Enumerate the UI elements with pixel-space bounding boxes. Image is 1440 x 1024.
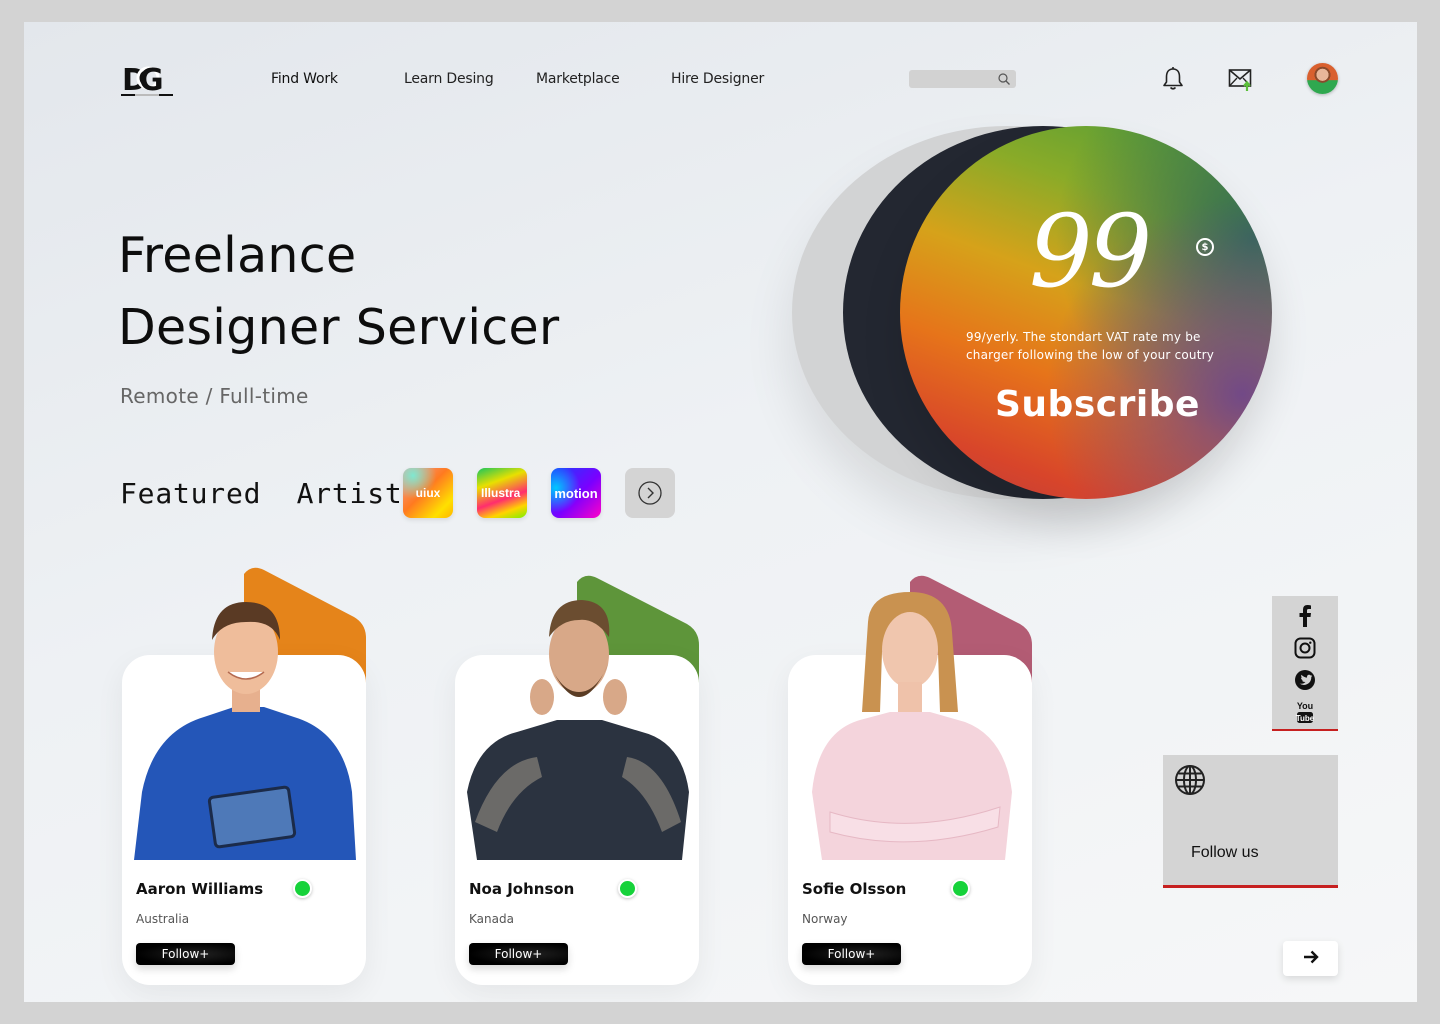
artist-photo: [134, 602, 356, 860]
social-links: You Tube: [1272, 596, 1338, 731]
twitter-icon: [1295, 670, 1315, 690]
arrow-right-icon: [1303, 950, 1319, 964]
globe-icon: [1175, 765, 1205, 795]
nav-find-work[interactable]: Find Work: [271, 71, 338, 87]
featured-label: Featured Artist: [120, 477, 403, 510]
facebook-link[interactable]: [1294, 604, 1316, 628]
nav-hire-designer[interactable]: Hire Designer: [671, 71, 764, 87]
featured-artist-heading: Featured Artist↓: [120, 477, 433, 510]
chevron-right-circle-icon: [638, 481, 662, 505]
category-uiux[interactable]: uiux: [403, 468, 453, 518]
artist-photo: [467, 600, 689, 860]
youtube-link[interactable]: You Tube: [1294, 700, 1316, 724]
online-status-indicator: [618, 879, 637, 898]
follow-us-label: Follow us: [1191, 844, 1259, 861]
artist-photo: [812, 592, 1012, 860]
svg-text:Tube: Tube: [1296, 714, 1315, 723]
svg-text:You: You: [1297, 701, 1313, 711]
follow-us-panel[interactable]: Follow us: [1163, 755, 1338, 888]
hero-title: Freelance Designer Servicer: [118, 220, 559, 364]
pricing-circle: [900, 126, 1272, 499]
pricing-description: 99/yerly. The stondart VAT rate my be ch…: [966, 328, 1214, 364]
follow-button[interactable]: Follow+: [802, 943, 901, 965]
nav-learn-design[interactable]: Learn Desing: [404, 71, 494, 87]
nav-marketplace[interactable]: Marketplace: [536, 71, 620, 87]
artist-name[interactable]: Aaron Williams: [136, 880, 263, 898]
artist-country: Kanada: [469, 912, 514, 926]
logo[interactable]: D G: [121, 60, 175, 100]
facebook-icon: [1299, 605, 1311, 627]
hero-title-line2: Designer Servicer: [118, 299, 560, 356]
user-avatar[interactable]: [1307, 63, 1338, 94]
artist-card: Noa Johnson Kanada Follow+: [455, 562, 715, 992]
artist-card: Sofie Olsson Norway Follow+: [788, 562, 1048, 992]
online-status-indicator: [951, 879, 970, 898]
instagram-link[interactable]: [1294, 636, 1316, 660]
subscribe-button[interactable]: Subscribe: [995, 384, 1200, 425]
hero-title-line1: Freelance: [118, 227, 357, 284]
artist-name[interactable]: Sofie Olsson: [802, 880, 906, 898]
artist-card: Aaron Williams Australia Follow+: [122, 562, 382, 992]
bell-icon[interactable]: [1161, 66, 1185, 92]
artist-country: Australia: [136, 912, 190, 926]
hero-subtitle: Remote / Full-time: [120, 384, 309, 408]
category-illustration[interactable]: Illustra: [477, 468, 527, 518]
instagram-icon: [1294, 637, 1316, 659]
artist-country: Norway: [802, 912, 848, 926]
follow-button[interactable]: Follow+: [469, 943, 568, 965]
online-status-indicator: [293, 879, 312, 898]
twitter-link[interactable]: [1294, 668, 1316, 692]
category-motion[interactable]: motion: [551, 468, 601, 518]
pricing-description-line2: charger following the low of your coutry: [966, 348, 1215, 362]
page: D G Find Work Learn Desing Marketplace H…: [24, 22, 1417, 1002]
search-icon[interactable]: [997, 72, 1011, 86]
dollar-icon: $: [1196, 238, 1214, 256]
mail-upload-icon[interactable]: [1228, 66, 1256, 94]
pricing-description-line1: 99/yerly. The stondart VAT rate my be: [966, 330, 1201, 344]
artist-name[interactable]: Noa Johnson: [469, 880, 574, 898]
follow-button[interactable]: Follow+: [136, 943, 235, 965]
next-page-button[interactable]: [1283, 941, 1338, 976]
svg-text:G: G: [139, 63, 164, 98]
youtube-icon: You Tube: [1296, 701, 1315, 723]
price-value: 99: [1029, 193, 1152, 310]
categories-next-button[interactable]: [625, 468, 675, 518]
